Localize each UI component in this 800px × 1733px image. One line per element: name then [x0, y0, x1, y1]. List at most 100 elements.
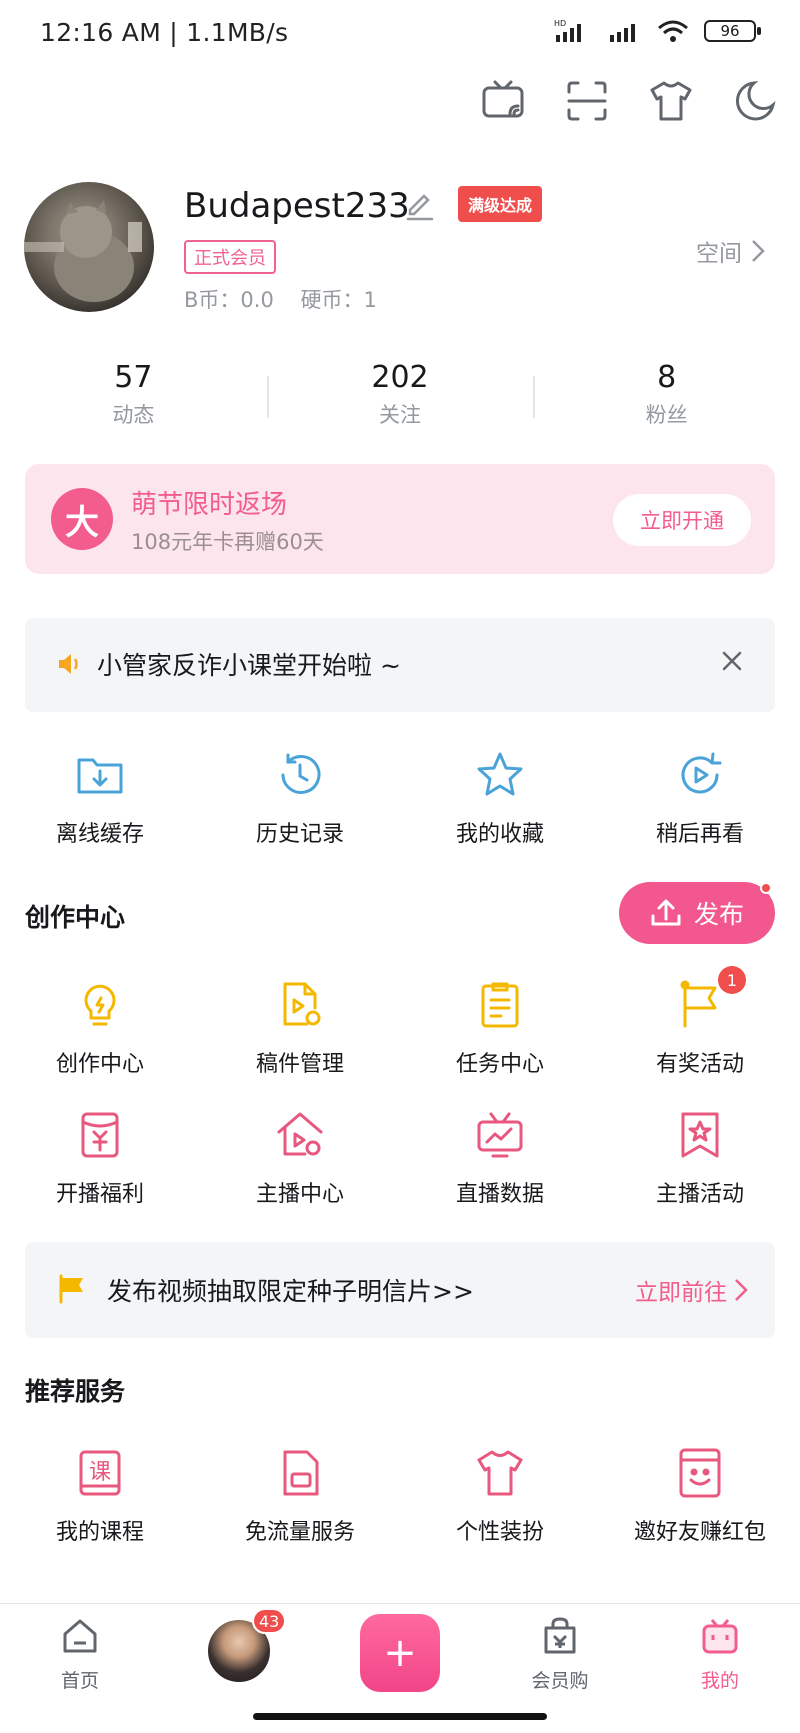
nav-label: 我的 — [700, 1670, 739, 1692]
coins-info: B币：0.0 硬币：1 — [184, 288, 377, 312]
space-link[interactable]: 空间 — [696, 234, 766, 268]
nav-mine[interactable]: 我的 — [665, 1616, 775, 1693]
promo-link-label: 立即前往 — [635, 1280, 727, 1306]
notice-bar[interactable]: 小管家反诈小课堂开始啦 ~ — [25, 618, 775, 712]
edit-icon[interactable] — [402, 188, 436, 222]
grid-label: 直播数据 — [455, 1182, 544, 1207]
free-data-item[interactable]: 免流量服务 — [200, 1446, 400, 1546]
level-badge: 满级达成 — [458, 186, 543, 222]
promo-bar[interactable]: 发布视频抽取限定种子明信片>> 立即前往 — [25, 1242, 775, 1338]
vip-tag[interactable]: 正式会员 — [184, 240, 276, 274]
nav-vip-shop[interactable]: 会员购 — [505, 1616, 615, 1693]
red-envelope-icon — [81, 1112, 119, 1158]
moon-icon[interactable] — [732, 78, 778, 124]
grid-label: 创作中心 — [55, 1052, 144, 1077]
vip-banner[interactable]: 大 萌节限时返场 108元年卡再赠60天 立即开通 — [25, 464, 775, 574]
publish-button[interactable]: 发布 — [619, 882, 775, 944]
services-row: 课 我的课程 免流量服务 个性装扮 邀好友赚红包 — [0, 1446, 800, 1546]
invite-friends-item[interactable]: 邀好友赚红包 — [600, 1446, 800, 1546]
battery-indicator: 96 — [704, 20, 761, 42]
sim-card-icon — [283, 1450, 319, 1496]
flag-icon — [59, 1274, 83, 1304]
creator-row-2: 开播福利 主播中心 直播数据 主播活动 — [0, 1108, 800, 1208]
stat-dynamics[interactable]: 57 动态 — [0, 360, 267, 429]
cellular-signal-icon: HD — [554, 19, 581, 42]
stat-label: 粉丝 — [645, 403, 688, 427]
tv-cast-icon[interactable] — [480, 78, 526, 124]
chevron-right-icon — [752, 240, 765, 262]
live-data-item[interactable]: 直播数据 — [400, 1108, 600, 1208]
nav-avatar-badge: 43 — [252, 1608, 287, 1634]
nav-home[interactable]: 首页 — [25, 1616, 135, 1693]
streamer-activity-item[interactable]: 主播活动 — [600, 1108, 800, 1208]
grid-label: 邀好友赚红包 — [633, 1520, 766, 1545]
stats-row: 57 动态 202 关注 8 粉丝 — [0, 360, 800, 429]
services-section-title: 推荐服务 — [25, 1377, 126, 1406]
creator-row-1: 创作中心 稿件管理 任务中心 1 有奖活动 — [0, 966, 800, 1078]
streamer-center-item[interactable]: 主播中心 — [200, 1108, 400, 1208]
stat-value: 57 — [114, 360, 153, 395]
notice-text: 小管家反诈小课堂开始啦 ~ — [97, 651, 401, 680]
status-icons: HD 96 — [554, 18, 761, 44]
scan-icon[interactable] — [564, 78, 610, 124]
stat-value: 8 — [657, 360, 677, 395]
grid-label: 主播活动 — [655, 1182, 744, 1207]
offline-cache-item[interactable]: 离线缓存 — [0, 748, 200, 848]
avatar[interactable] — [24, 182, 154, 312]
svg-text:HD: HD — [554, 19, 566, 28]
task-center-item[interactable]: 任务中心 — [400, 978, 600, 1078]
live-benefits-item[interactable]: 开播福利 — [0, 1108, 200, 1208]
shopping-bag-icon — [544, 1617, 576, 1654]
top-actions — [480, 78, 778, 124]
grid-label: 离线缓存 — [55, 822, 144, 847]
cellular-signal-2-icon — [610, 24, 635, 42]
promo-text: 发布视频抽取限定种子明信片>> — [107, 1277, 474, 1306]
grid-label: 开播福利 — [55, 1182, 144, 1207]
upload-icon — [651, 899, 681, 926]
grid-label: 个性装扮 — [455, 1520, 544, 1545]
manuscript-icon — [283, 982, 321, 1026]
grid-label: 稍后再看 — [655, 822, 744, 847]
grid-label: 稿件管理 — [255, 1052, 344, 1077]
course-icon: 课 — [79, 1450, 121, 1496]
nav-label: 首页 — [60, 1670, 99, 1692]
stat-fans[interactable]: 8 粉丝 — [533, 360, 800, 429]
nav-publish-plus-button[interactable]: + — [360, 1614, 440, 1692]
speaker-icon — [59, 654, 78, 674]
creator-section-title: 创作中心 — [25, 903, 126, 932]
clipboard-icon — [481, 982, 519, 1028]
creator-center-item[interactable]: 创作中心 — [0, 978, 200, 1078]
vip-banner-title: 萌节限时返场 — [131, 490, 288, 520]
stat-following[interactable]: 202 关注 — [266, 360, 534, 429]
status-time: 12:16 AM | 1.1MB/s — [40, 18, 289, 47]
publish-notification-dot — [760, 882, 772, 894]
avatar-cat-illustration — [24, 200, 142, 302]
tshirt-icon[interactable] — [648, 78, 694, 124]
home-indicator — [253, 1713, 547, 1720]
star-icon — [477, 752, 523, 796]
svg-text:课: 课 — [89, 1460, 111, 1485]
outfit-icon — [477, 1450, 523, 1496]
close-icon[interactable] — [719, 648, 745, 674]
download-folder-icon — [77, 758, 123, 794]
reward-activity-item[interactable]: 1 有奖活动 — [600, 966, 800, 1078]
favorites-item[interactable]: 我的收藏 — [400, 748, 600, 848]
vip-activate-button[interactable]: 立即开通 — [613, 494, 751, 546]
manuscript-item[interactable]: 稿件管理 — [200, 978, 400, 1078]
outfit-item[interactable]: 个性装扮 — [400, 1446, 600, 1546]
bookmark-star-icon — [681, 1112, 719, 1158]
grid-label: 任务中心 — [455, 1052, 544, 1077]
stat-label: 关注 — [379, 403, 421, 427]
bilibili-tv-icon — [702, 1619, 738, 1654]
grid-label: 历史记录 — [255, 822, 344, 847]
grid-label: 有奖活动 — [655, 1052, 744, 1077]
grid-label: 我的课程 — [55, 1520, 144, 1545]
stat-label: 动态 — [112, 403, 155, 427]
streamer-home-icon — [277, 1112, 323, 1156]
watch-later-icon — [681, 752, 722, 794]
promo-go-link[interactable]: 立即前往 — [635, 1273, 749, 1307]
publish-label: 发布 — [693, 900, 744, 929]
history-item[interactable]: 历史记录 — [200, 748, 400, 848]
my-courses-item[interactable]: 课 我的课程 — [0, 1446, 200, 1546]
watch-later-item[interactable]: 稍后再看 — [600, 748, 800, 848]
